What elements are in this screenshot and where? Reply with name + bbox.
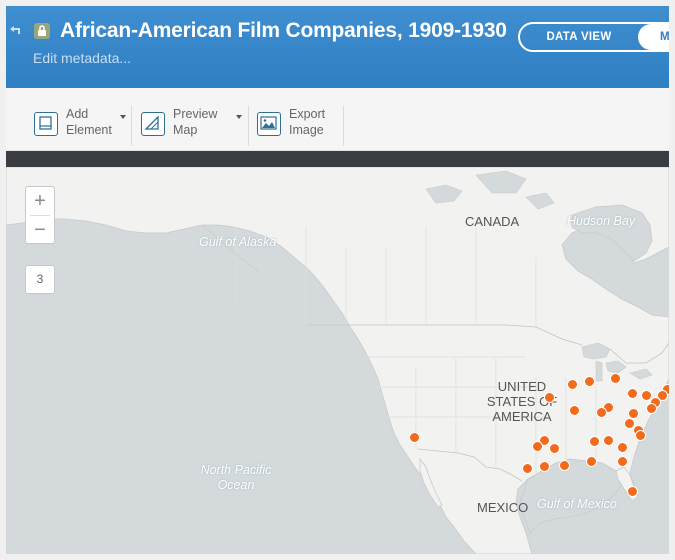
app-window: African-American Film Companies, 1909-19… [6,6,669,554]
map-view-button[interactable]: M [638,24,669,50]
page-title: African-American Film Companies, 1909-19… [60,19,507,42]
label-gulf-of-mexico: Gulf of Mexico [537,497,617,511]
edit-metadata-link[interactable]: Edit metadata... [33,50,131,66]
map-point[interactable] [627,388,638,399]
map-point[interactable] [544,392,555,403]
add-element-label: Add Element [66,107,112,137]
header-bar: African-American Film Companies, 1909-19… [6,6,669,88]
label-hudson-bay: Hudson Bay [567,214,636,228]
map-point[interactable] [627,486,638,497]
divider [131,106,132,146]
add-element-button[interactable]: Add Element [34,107,129,144]
image-icon [257,112,281,136]
map-point[interactable] [532,441,543,452]
map-point[interactable] [567,379,578,390]
map-canvas[interactable]: CANADA Hudson Bay Gulf of Alaska UNITED … [6,167,669,554]
data-view-button[interactable]: DATA VIEW [520,24,638,50]
label-mexico: MEXICO [477,500,529,515]
preview-map-icon [141,112,165,136]
export-image-button[interactable]: Export Image [257,107,342,144]
map-point[interactable] [603,435,614,446]
label-canada: CANADA [465,214,520,229]
map-point[interactable] [569,405,580,416]
zoom-in-button[interactable]: + [26,187,54,215]
divider [248,106,249,146]
divider [343,106,344,146]
map-point[interactable] [549,443,560,454]
back-arrow-icon[interactable] [8,25,22,39]
map-point[interactable] [559,460,570,471]
zoom-out-button[interactable]: − [26,216,54,244]
map-point[interactable] [584,376,595,387]
label-north-pacific: North Pacific Ocean [200,463,272,492]
map-point[interactable] [522,463,533,474]
preview-map-label: Preview Map [173,107,218,137]
export-image-label: Export Image [289,107,326,137]
lock-icon[interactable] [34,23,50,39]
map-point[interactable] [617,442,628,453]
chevron-down-icon[interactable] [236,115,242,119]
map-point[interactable] [596,407,607,418]
map-point[interactable] [589,436,600,447]
map-point[interactable] [539,461,550,472]
map-point[interactable] [646,403,657,414]
toolbar: Add Element Preview Map Export Image [6,88,669,151]
map-point[interactable] [610,373,621,384]
map-point[interactable] [586,456,597,467]
view-toggle[interactable]: DATA VIEW M [518,22,669,52]
label-gulf-of-alaska: Gulf of Alaska [199,235,277,249]
zoom-control: + − [25,186,55,244]
preview-map-button[interactable]: Preview Map [141,107,242,144]
map-point[interactable] [635,430,646,441]
zoom-level-indicator: 3 [25,265,55,294]
chevron-down-icon[interactable] [120,115,126,119]
map-header-bar [6,151,669,167]
map-point[interactable] [617,456,628,467]
add-element-icon [34,112,58,136]
map-point[interactable] [409,432,420,443]
